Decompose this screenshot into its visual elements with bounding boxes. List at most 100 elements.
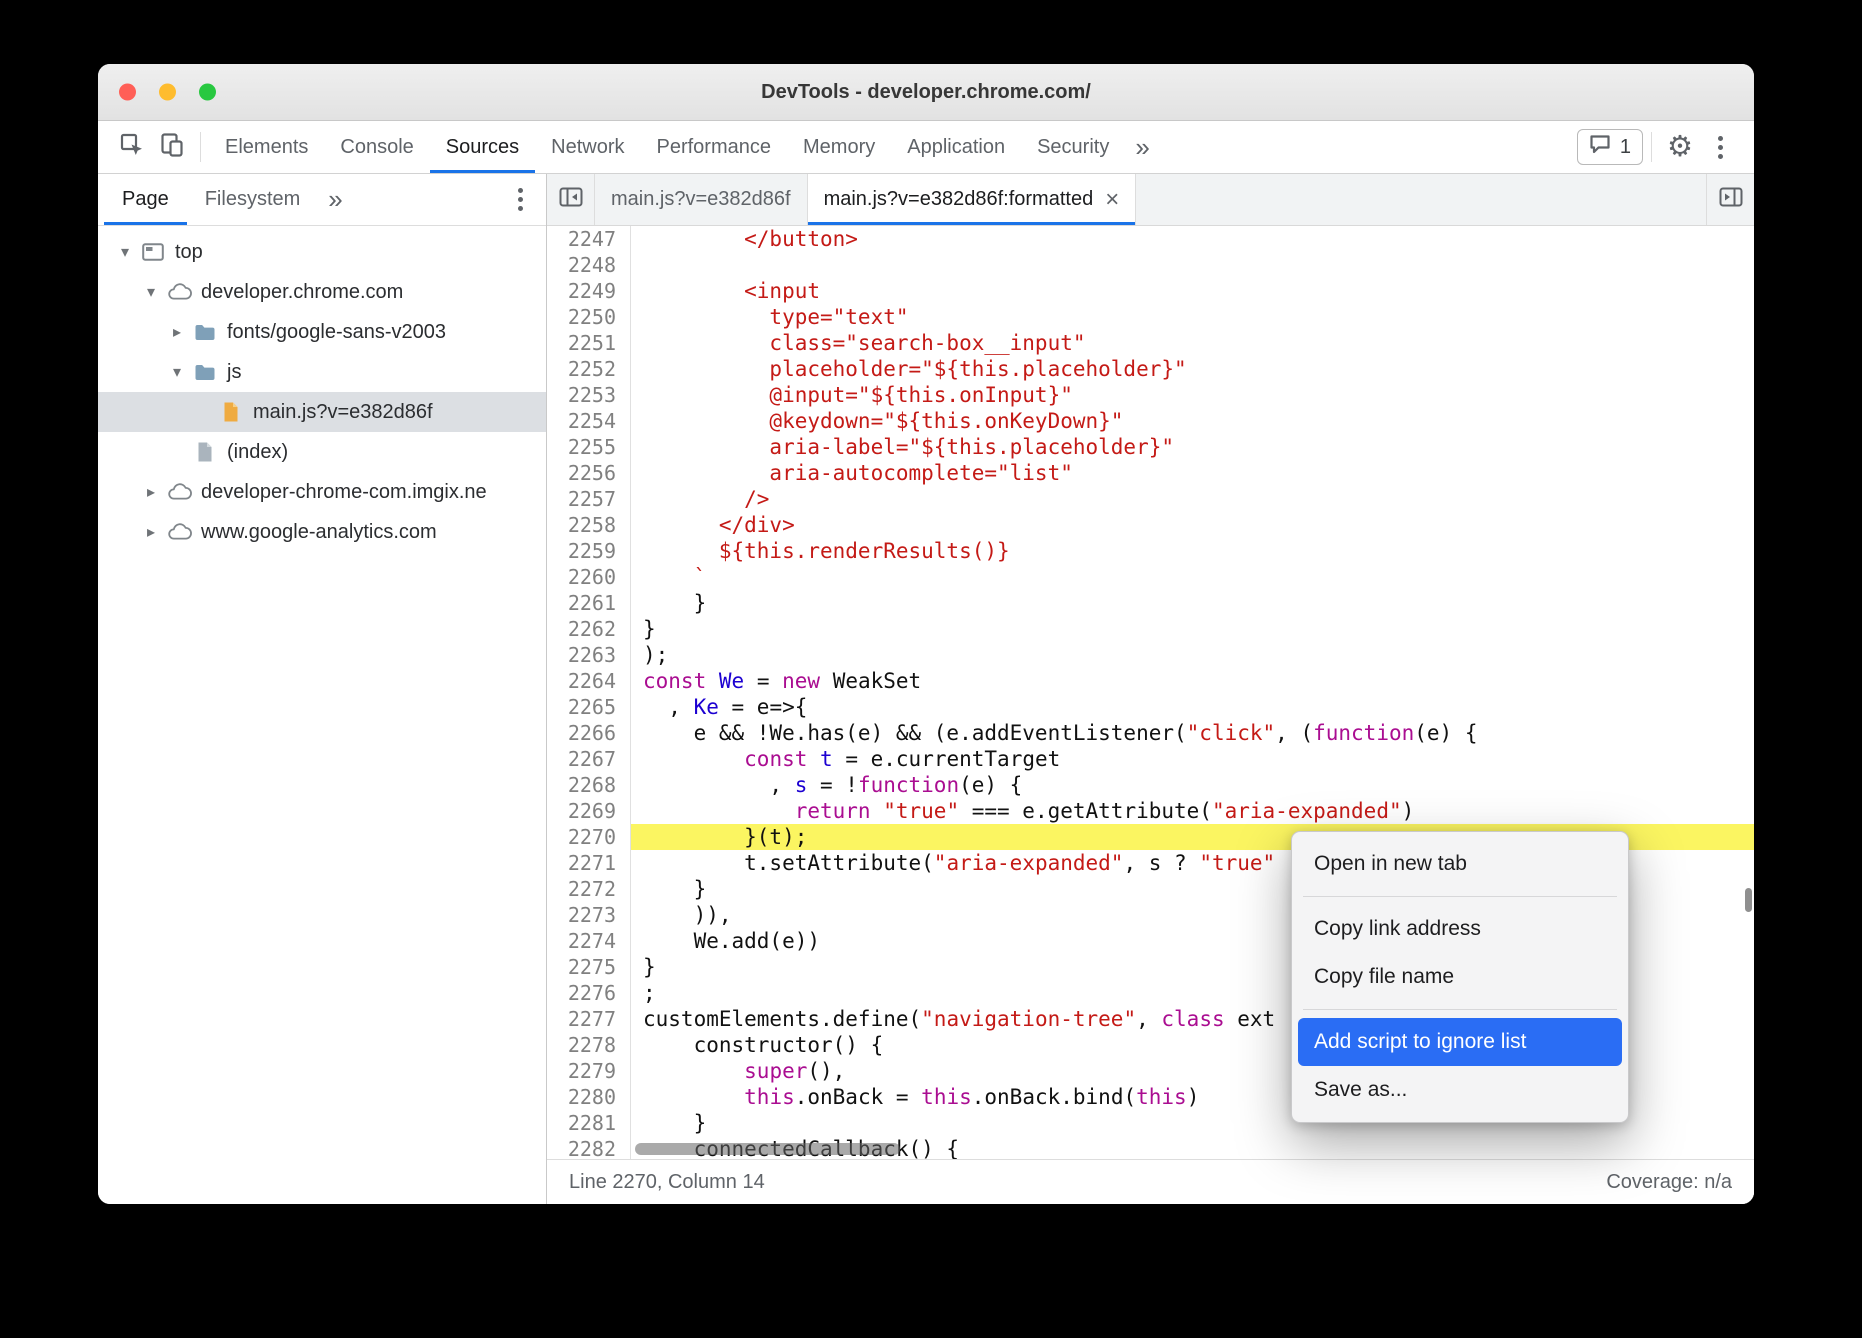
more-navigator-tabs-button[interactable]: » (318, 184, 352, 215)
line-number[interactable]: 2267 (547, 746, 631, 772)
line-number[interactable]: 2248 (547, 252, 631, 278)
tab-security[interactable]: Security (1021, 121, 1125, 173)
expander-closed-icon[interactable]: ▸ (164, 322, 190, 342)
line-number[interactable]: 2249 (547, 278, 631, 304)
line-number[interactable]: 2279 (547, 1058, 631, 1084)
line-number[interactable]: 2263 (547, 642, 631, 668)
line-number[interactable]: 2260 (547, 564, 631, 590)
expander-open-icon[interactable]: ▾ (138, 282, 164, 302)
code-text[interactable]: const We = new WeakSet (631, 668, 1754, 694)
code-text[interactable]: } (631, 590, 1754, 616)
line-number[interactable]: 2257 (547, 486, 631, 512)
toggle-navigator-button[interactable] (547, 174, 595, 225)
line-number[interactable]: 2261 (547, 590, 631, 616)
code-text[interactable]: } (631, 616, 1754, 642)
tab-performance[interactable]: Performance (641, 121, 788, 173)
code-text[interactable]: ); (631, 642, 1754, 668)
line-number[interactable]: 2280 (547, 1084, 631, 1110)
tree-item-main-js-v-e382d86f[interactable]: main.js?v=e382d86f (98, 392, 546, 432)
tab-elements[interactable]: Elements (209, 121, 324, 173)
line-number[interactable]: 2273 (547, 902, 631, 928)
line-number[interactable]: 2265 (547, 694, 631, 720)
code-text[interactable]: return "true" === e.getAttribute("aria-e… (631, 798, 1754, 824)
line-number[interactable]: 2247 (547, 226, 631, 252)
context-menu-item-save-as[interactable]: Save as... (1298, 1066, 1622, 1114)
line-number[interactable]: 2259 (547, 538, 631, 564)
code-text[interactable]: class="search-box__input" (631, 330, 1754, 356)
context-menu-item-copy-link-address[interactable]: Copy link address (1298, 905, 1622, 953)
inspect-element-button[interactable] (112, 127, 152, 167)
tree-item-top[interactable]: ▾top (98, 232, 546, 272)
editor-tab-main-js-v-e382d86f[interactable]: main.js?v=e382d86f (595, 174, 808, 225)
sidebar-tab-filesystem[interactable]: Filesystem (187, 174, 319, 225)
code-text[interactable]: aria-label="${this.placeholder}" (631, 434, 1754, 460)
device-toolbar-button[interactable] (152, 127, 192, 167)
tree-item-fonts-google-sans-v2003[interactable]: ▸fonts/google-sans-v2003 (98, 312, 546, 352)
tab-memory[interactable]: Memory (787, 121, 891, 173)
line-number[interactable]: 2282 (547, 1136, 631, 1159)
expander-closed-icon[interactable]: ▸ (138, 522, 164, 542)
code-text[interactable]: e && !We.has(e) && (e.addEventListener("… (631, 720, 1754, 746)
line-number[interactable]: 2268 (547, 772, 631, 798)
context-menu-item-add-script-to-ignore-list[interactable]: Add script to ignore list (1298, 1018, 1622, 1066)
code-text[interactable]: placeholder="${this.placeholder}" (631, 356, 1754, 382)
editor-tab-main-js-v-e382d86f-formatted[interactable]: main.js?v=e382d86f:formatted× (808, 174, 1137, 225)
expander-open-icon[interactable]: ▾ (164, 362, 190, 382)
navigator-menu-button[interactable] (500, 180, 540, 220)
expander-open-icon[interactable]: ▾ (112, 242, 138, 262)
more-panels-button[interactable]: » (1125, 132, 1159, 163)
line-number[interactable]: 2266 (547, 720, 631, 746)
tree-item-developer-chrome-com[interactable]: ▾developer.chrome.com (98, 272, 546, 312)
tree-item-index[interactable]: (index) (98, 432, 546, 472)
line-number[interactable]: 2258 (547, 512, 631, 538)
line-number[interactable]: 2254 (547, 408, 631, 434)
code-text[interactable]: @input="${this.onInput}" (631, 382, 1754, 408)
line-number[interactable]: 2251 (547, 330, 631, 356)
line-number[interactable]: 2253 (547, 382, 631, 408)
line-number[interactable]: 2250 (547, 304, 631, 330)
line-number[interactable]: 2256 (547, 460, 631, 486)
code-text[interactable]: </button> (631, 226, 1754, 252)
line-number[interactable]: 2277 (547, 1006, 631, 1032)
code-text[interactable]: , s = !function(e) { (631, 772, 1754, 798)
tab-network[interactable]: Network (535, 121, 640, 173)
code-text[interactable]: <input (631, 278, 1754, 304)
line-number[interactable]: 2278 (547, 1032, 631, 1058)
line-number[interactable]: 2271 (547, 850, 631, 876)
main-menu-button[interactable] (1700, 127, 1740, 167)
zoom-window-button[interactable] (199, 84, 216, 101)
code-text[interactable]: /> (631, 486, 1754, 512)
close-window-button[interactable] (119, 84, 136, 101)
line-number[interactable]: 2264 (547, 668, 631, 694)
code-text[interactable]: const t = e.currentTarget (631, 746, 1754, 772)
line-number[interactable]: 2252 (547, 356, 631, 382)
vertical-scrollbar[interactable] (1745, 888, 1752, 912)
line-number[interactable]: 2281 (547, 1110, 631, 1136)
line-number[interactable]: 2272 (547, 876, 631, 902)
tab-sources[interactable]: Sources (430, 121, 535, 173)
code-text[interactable]: ${this.renderResults()} (631, 538, 1754, 564)
line-number[interactable]: 2275 (547, 954, 631, 980)
issues-counter-button[interactable]: 1 (1577, 129, 1643, 165)
code-text[interactable]: </div> (631, 512, 1754, 538)
tree-item-www-google-analytics-com[interactable]: ▸www.google-analytics.com (98, 512, 546, 552)
tab-application[interactable]: Application (891, 121, 1021, 173)
line-number[interactable]: 2276 (547, 980, 631, 1006)
tab-console[interactable]: Console (324, 121, 429, 173)
toggle-debugger-sidebar-button[interactable] (1706, 174, 1754, 225)
line-number[interactable]: 2269 (547, 798, 631, 824)
minimize-window-button[interactable] (159, 84, 176, 101)
horizontal-scrollbar[interactable] (635, 1143, 900, 1155)
sidebar-tab-page[interactable]: Page (104, 174, 187, 225)
context-menu-item-open-in-new-tab[interactable]: Open in new tab (1298, 840, 1622, 888)
code-text[interactable] (631, 252, 1754, 278)
line-number[interactable]: 2274 (547, 928, 631, 954)
line-number[interactable]: 2262 (547, 616, 631, 642)
expander-closed-icon[interactable]: ▸ (138, 482, 164, 502)
code-text[interactable]: aria-autocomplete="list" (631, 460, 1754, 486)
tree-item-developer-chrome-com-imgix-ne[interactable]: ▸developer-chrome-com.imgix.ne (98, 472, 546, 512)
code-text[interactable]: @keydown="${this.onKeyDown}" (631, 408, 1754, 434)
tree-item-js[interactable]: ▾js (98, 352, 546, 392)
line-number[interactable]: 2255 (547, 434, 631, 460)
code-text[interactable]: , Ke = e=>{ (631, 694, 1754, 720)
